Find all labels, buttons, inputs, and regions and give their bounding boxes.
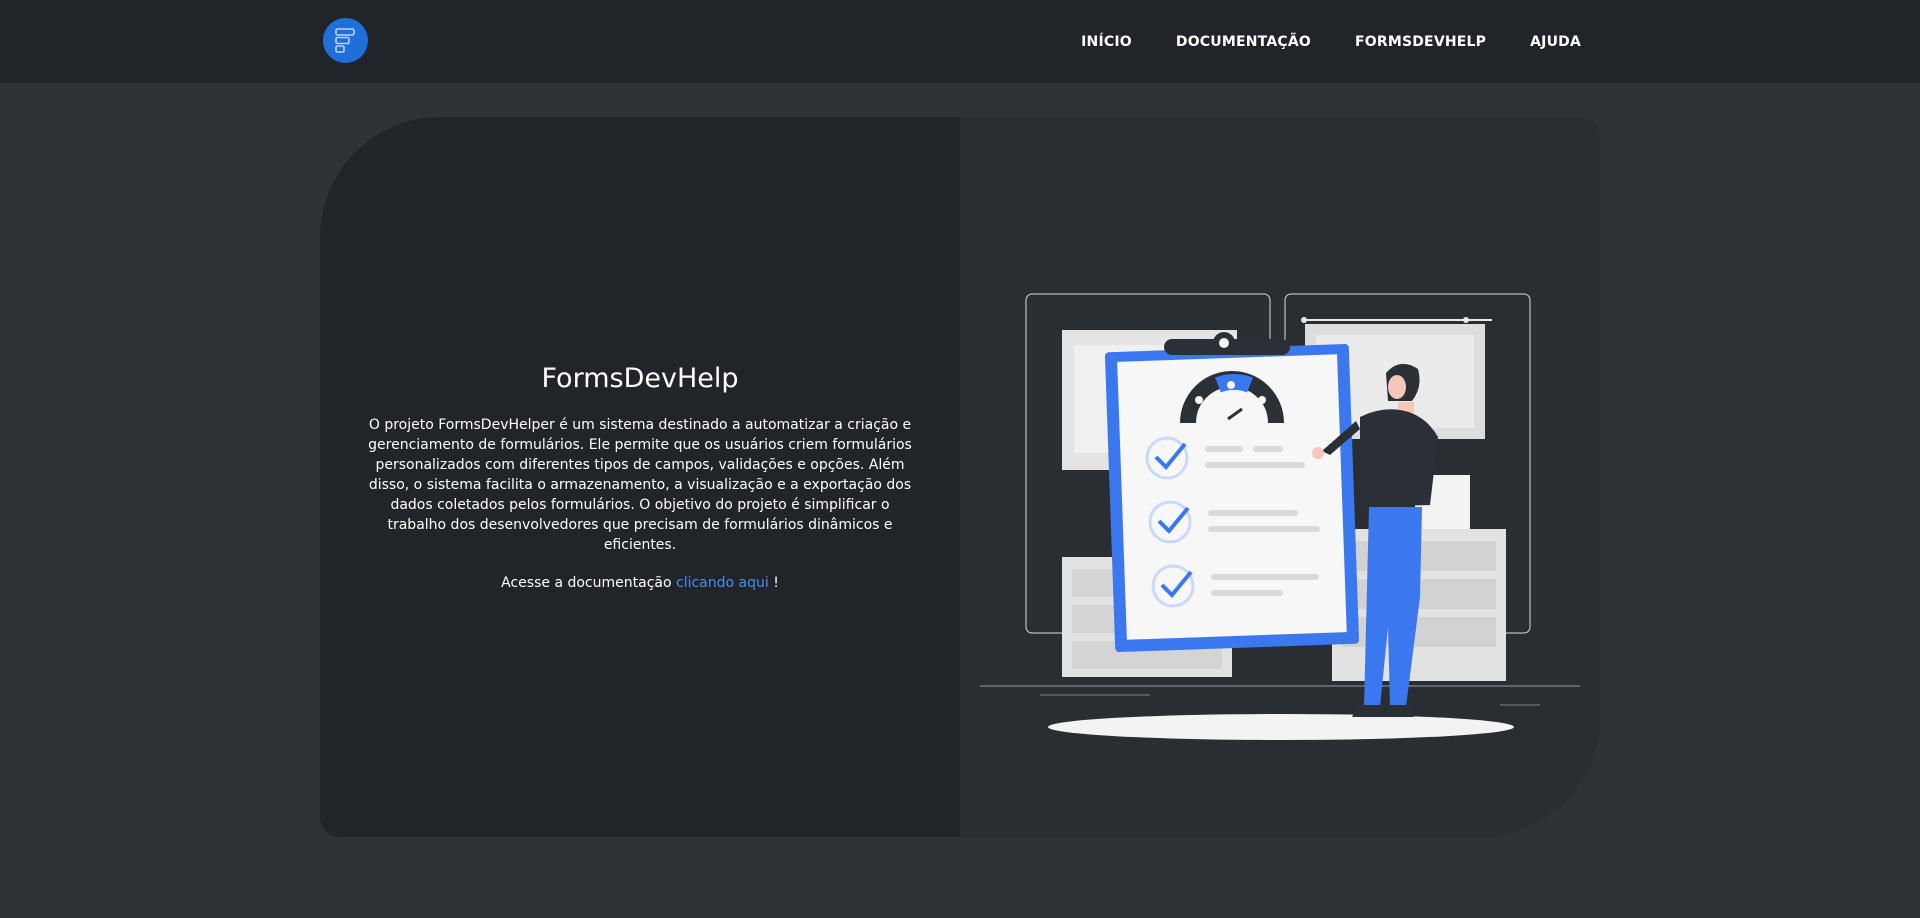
documentation-cta: Acesse a documentação clicando aqui ! (320, 575, 960, 591)
main-nav: INÍCIO DOCUMENTAÇÃO FORMSDEVHELP AJUDA (1081, 0, 1581, 83)
hero-description: O projeto FormsDevHelper é um sistema de… (368, 417, 912, 553)
hero-illustration-panel (960, 117, 1600, 837)
nav-link-documentacao[interactable]: DOCUMENTAÇÃO (1176, 34, 1311, 50)
cta-suffix: ! (768, 575, 779, 591)
checklist-illustration (980, 293, 1580, 740)
navbar: INÍCIO DOCUMENTAÇÃO FORMSDEVHELP AJUDA (0, 0, 1920, 83)
documentation-link[interactable]: clicando aqui (676, 575, 769, 591)
hero-text-panel: FormsDevHelp O projeto FormsDevHelper é … (320, 117, 960, 837)
logo-icon[interactable] (323, 18, 368, 63)
cta-prefix: Acesse a documentação (501, 575, 676, 591)
nav-link-ajuda[interactable]: AJUDA (1530, 34, 1581, 50)
hero-card: FormsDevHelp O projeto FormsDevHelper é … (320, 117, 1600, 837)
nav-link-formsdevhelp[interactable]: FORMSDEVHELP (1355, 34, 1486, 50)
nav-link-inicio[interactable]: INÍCIO (1081, 34, 1132, 50)
hero-title: FormsDevHelp (541, 363, 739, 394)
